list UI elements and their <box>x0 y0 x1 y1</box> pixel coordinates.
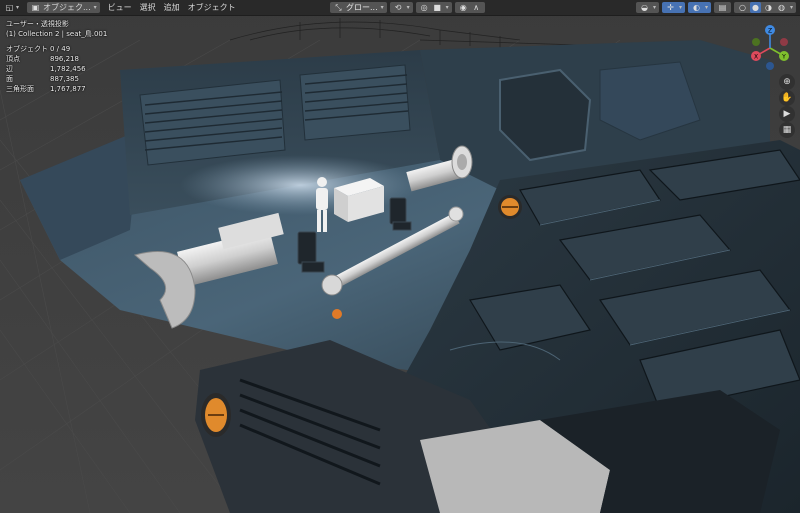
stat-label: 辺 <box>6 65 13 73</box>
navigation-gizmo[interactable]: X Y Z <box>744 22 796 74</box>
stat-value: 887,385 <box>50 75 79 83</box>
stat-label: 三角形面 <box>6 85 34 93</box>
overlay-toggle[interactable]: ◐ ▾ <box>687 2 711 13</box>
chevron-down-icon: ▾ <box>678 4 682 11</box>
shading-material-icon[interactable]: ◑ <box>763 2 774 13</box>
orange-bolt-top <box>498 195 522 219</box>
perspective-toggle-button[interactable]: ▦ <box>779 122 795 138</box>
camera-icon: ▶ <box>783 109 791 119</box>
shading-wire-icon[interactable]: ○ <box>737 2 748 13</box>
3d-viewport-icon: ◱ <box>5 3 14 12</box>
chevron-down-icon: ▾ <box>93 4 97 11</box>
shading-solid-icon[interactable]: ● <box>749 2 761 13</box>
scene-statistics: オブジェクト 0 / 49 頂点 896,218 辺 1,782,456 面 8… <box>6 44 107 94</box>
orientation-label: グロー... <box>346 3 378 12</box>
snap-icon: ◎ <box>420 3 428 12</box>
editor-type-selector[interactable]: ◱ ▾ <box>0 0 23 15</box>
overlay-icon: ◐ <box>692 3 700 12</box>
shading-rendered-icon[interactable]: ◍ <box>776 2 787 13</box>
hand-icon: ✋ <box>781 93 793 103</box>
proportional-edit-icon: ◉ <box>459 3 467 12</box>
transform-orientation-icon: ⤡ <box>335 3 342 12</box>
vent-panel-1 <box>139 79 286 166</box>
stat-row: 三角形面 1,767,877 <box>6 84 107 94</box>
gizmo-neg-x[interactable] <box>780 38 788 46</box>
stat-value: 0 / 49 <box>50 45 71 53</box>
gizmo-x-label: X <box>754 54 758 61</box>
chevron-down-icon: ▾ <box>380 4 384 11</box>
orange-bolt-bottom <box>201 393 231 437</box>
pivot-icon: ⟲ <box>394 3 402 12</box>
viewport-text-overlay: ユーザー・透視投影 (1) Collection 2 | seat_鳥.001 … <box>6 19 107 94</box>
object-mode-icon: ▣ <box>31 3 40 12</box>
menu-select[interactable]: 選択 <box>136 0 160 15</box>
stat-value: 896,218 <box>50 55 79 63</box>
falloff-icon: ∧ <box>473 3 480 12</box>
scene-render[interactable] <box>0 0 800 513</box>
gizmo-toggle[interactable]: ✛ ▾ <box>661 2 685 13</box>
stat-row: 辺 1,782,456 <box>6 64 107 74</box>
stat-label: 面 <box>6 75 13 83</box>
pivot-point-selector[interactable]: ⟲ ▾ <box>389 2 413 13</box>
menu-view[interactable]: ビュー <box>104 0 136 15</box>
gizmo-y-label: Y <box>781 54 786 61</box>
proportional-editing-toggle[interactable]: ◉ ∧ <box>454 2 485 13</box>
visibility-icon: ◒ <box>640 3 648 12</box>
snap-increment-icon: ■ <box>433 3 441 12</box>
chevron-down-icon: ▾ <box>445 4 449 11</box>
zoom-button[interactable]: ⊕ <box>779 74 795 90</box>
gizmo-neg-z[interactable] <box>766 62 774 70</box>
stat-row: 頂点 896,218 <box>6 54 107 64</box>
stat-label: 頂点 <box>6 55 20 63</box>
visibility-selector[interactable]: ◒ ▾ <box>635 2 659 13</box>
xray-toggle[interactable]: ▤ <box>713 2 731 13</box>
orientation-selector[interactable]: ⤡ グロー... ▾ <box>330 2 387 13</box>
gizmo-icon: ✛ <box>667 3 674 12</box>
zoom-icon: ⊕ <box>783 77 791 87</box>
stat-row: オブジェクト 0 / 49 <box>6 44 107 54</box>
collection-info: (1) Collection 2 | seat_鳥.001 <box>6 30 108 38</box>
stat-row: 面 887,385 <box>6 74 107 84</box>
mode-selector[interactable]: ▣ オブジェク... ▾ <box>23 0 104 15</box>
gizmo-z-label: Z <box>768 28 772 35</box>
view-name: ユーザー・透視投影 <box>6 20 69 28</box>
snap-toggle[interactable]: ◎ ■ ▾ <box>415 2 452 13</box>
chevron-down-icon: ▾ <box>406 4 410 11</box>
mode-label: オブジェク... <box>43 3 91 12</box>
3d-viewport[interactable] <box>0 0 800 513</box>
menu-add[interactable]: 追加 <box>160 0 184 15</box>
chevron-down-icon: ▾ <box>16 4 20 11</box>
stat-value: 1,767,877 <box>50 85 86 93</box>
menu-object[interactable]: オブジェクト <box>184 0 240 15</box>
grid-icon: ▦ <box>782 125 792 135</box>
xray-icon: ▤ <box>718 3 727 12</box>
gizmo-neg-y[interactable] <box>752 38 760 46</box>
pan-button[interactable]: ✋ <box>779 90 795 106</box>
shading-mode-group: ○ ● ◑ ◍ ▾ <box>733 0 796 15</box>
stat-value: 1,782,456 <box>50 65 86 73</box>
viewport-header: ◱ ▾ ▣ オブジェク... ▾ ビュー 選択 追加 オブジェクト ⤡ グロー..… <box>0 0 800 16</box>
orange-marker <box>332 309 342 319</box>
chevron-down-icon: ▾ <box>704 4 708 11</box>
chevron-down-icon: ▾ <box>652 4 656 11</box>
chevron-down-icon[interactable]: ▾ <box>790 0 793 15</box>
stat-label: オブジェクト <box>6 45 48 53</box>
camera-view-button[interactable]: ▶ <box>779 106 795 122</box>
